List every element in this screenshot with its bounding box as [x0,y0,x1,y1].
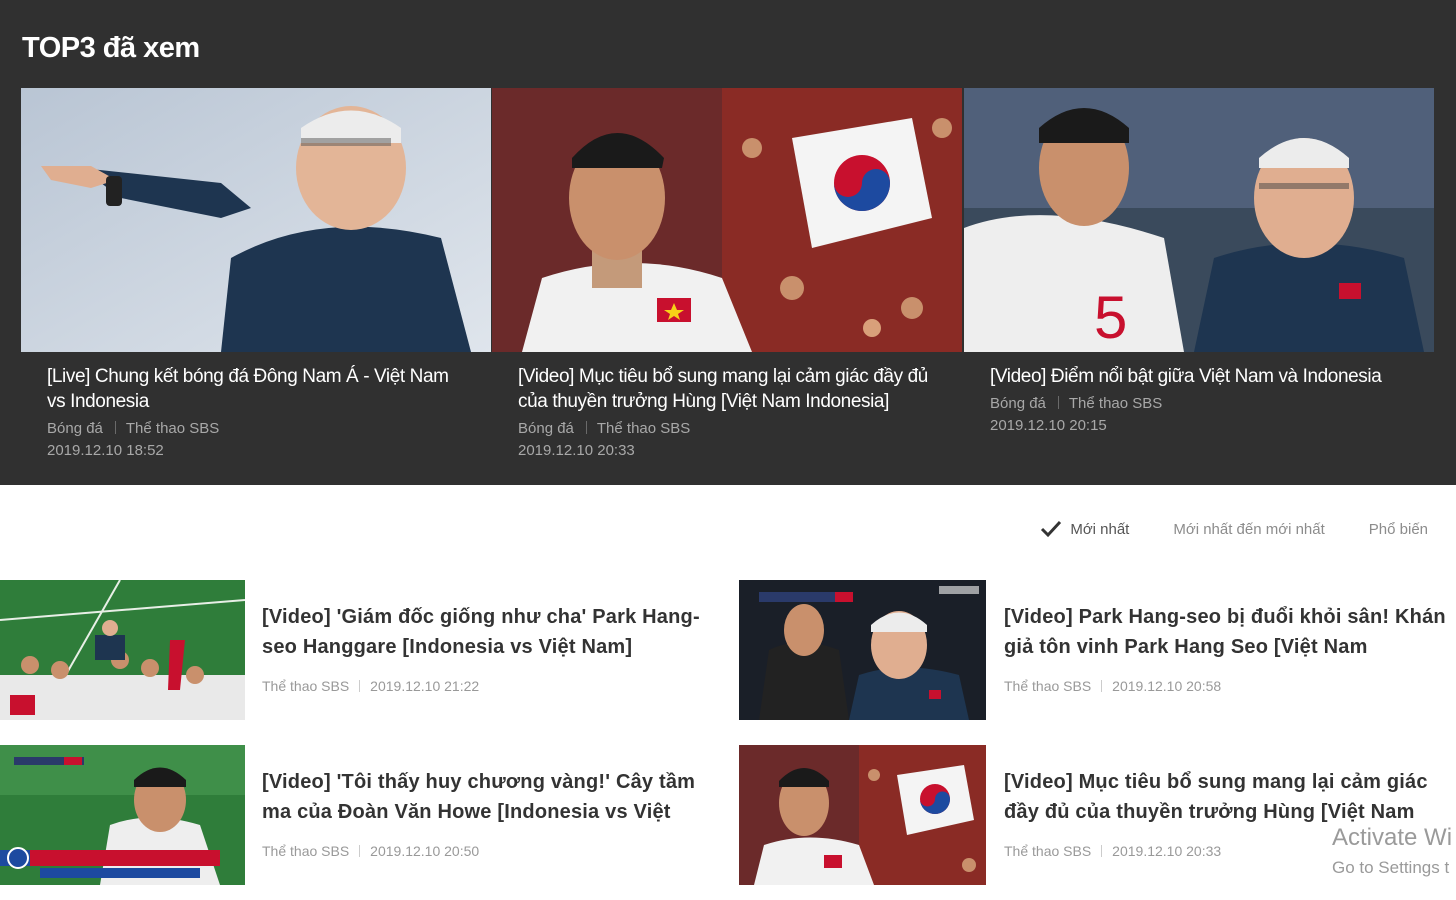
publish-date: 2019.12.10 20:58 [1112,678,1222,694]
video-title[interactable]: [Video] 'Giám đốc giống như cha' Park Ha… [262,602,728,662]
category-label: Bóng đá [47,420,103,437]
video-title[interactable]: [Video] 'Tôi thấy huy chương vàng!' Cây … [262,767,728,827]
divider [359,680,361,692]
category-label: Bóng đá [518,420,574,437]
top3-card-title[interactable]: [Video] Điểm nổi bật giữa Việt Nam và In… [990,364,1408,389]
top3-card-meta: Bóng đá Thể thao SBS [47,418,465,440]
top3-card-meta: Bóng đá Thể thao SBS [990,393,1408,415]
category-label: Bóng đá [990,395,1046,412]
divider [359,845,361,857]
top3-thumbnail-1[interactable] [21,88,491,352]
channel-label: Thể thao SBS [596,420,691,437]
publish-date: 2019.12.10 20:33 [518,442,635,459]
sort-options: Mới nhất Mới nhất đến mới nhất Phổ biến [1040,520,1428,538]
sort-option-popular[interactable]: Phổ biến [1369,521,1428,538]
top3-card-title[interactable]: [Video] Mục tiêu bổ sung mang lại cảm gi… [518,364,936,414]
top3-card-title[interactable]: [Live] Chung kết bóng đá Đông Nam Á - Vi… [47,364,465,414]
watermark-line-2: Go to Settings t [1332,858,1450,877]
divider [585,421,587,434]
watermark-line-1: Activate Wi [1332,824,1453,851]
checkmark-icon [1041,520,1062,538]
divider [1101,845,1103,857]
divider [114,421,116,434]
video-thumbnail[interactable] [739,745,986,885]
publish-date: 2019.12.10 18:52 [47,442,164,459]
publish-date: 2019.12.10 20:33 [1112,843,1222,859]
video-thumbnail[interactable] [739,580,986,720]
publish-date: 2019.12.10 20:50 [370,843,480,859]
channel-label: Thể thao SBS [125,420,220,437]
video-title[interactable]: [Video] Park Hang-seo bị đuổi khỏi sân! … [1004,602,1456,662]
channel-label: Thể thao SBS [1004,843,1092,859]
top3-card-3[interactable]: 5 [Video] Điểm nổi bật giữa Việt Nam và … [964,88,1434,437]
sort-option-label: Mới nhất [1070,520,1130,538]
video-list-item[interactable]: [Video] 'Tôi thấy huy chương vàng!' Cây … [0,745,728,885]
channel-label: Thể thao SBS [262,843,350,859]
top3-heading: TOP3 đã xem [22,32,200,64]
publish-date: 2019.12.10 21:22 [370,678,480,694]
player-and-coach-image: 5 [964,88,1434,352]
video-info: [Video] 'Tôi thấy huy chương vàng!' Cây … [262,767,728,859]
video-meta: Thể thao SBS 2019.12.10 21:22 [262,678,728,694]
top3-card-1[interactable]: [Live] Chung kết bóng đá Đông Nam Á - Vi… [21,88,491,462]
top3-thumbnail-2[interactable] [492,88,962,352]
svg-text:5: 5 [1094,284,1127,351]
player-with-flag-image [492,88,962,352]
sort-option-label: Mới nhất đến mới nhất [1173,520,1325,538]
team-celebration-image [0,580,245,720]
channel-label: Thể thao SBS [1068,395,1163,412]
video-thumbnail[interactable] [0,580,245,720]
video-title[interactable]: [Video] Mục tiêu bổ sung mang lại cảm gi… [1004,767,1456,827]
video-info: [Video] 'Giám đốc giống như cha' Park Ha… [262,602,728,694]
activation-watermark: Activate Wi Go to Settings t [1332,824,1452,878]
sort-option-newest[interactable]: Mới nhất [1040,520,1129,538]
publish-date: 2019.12.10 20:15 [990,417,1107,434]
divider [1101,680,1103,692]
divider [1057,396,1059,409]
video-meta: Thể thao SBS 2019.12.10 20:58 [1004,678,1456,694]
video-list-item[interactable]: [Video] 'Giám đốc giống như cha' Park Ha… [0,580,728,720]
sort-option-newest-to-latest[interactable]: Mới nhất đến mới nhất [1173,521,1324,538]
top3-thumbnail-3[interactable]: 5 [964,88,1434,352]
video-meta: Thể thao SBS 2019.12.10 20:50 [262,843,728,859]
top3-section: TOP3 đã xem [Live] Chung kết bóng đá Đôn… [0,0,1456,485]
video-info: [Video] Park Hang-seo bị đuổi khỏi sân! … [1004,602,1456,694]
channel-label: Thể thao SBS [1004,678,1092,694]
video-list-item[interactable]: [Video] Park Hang-seo bị đuổi khỏi sân! … [739,580,1456,720]
coach-pointing-image [21,88,491,352]
video-thumbnail[interactable] [0,745,245,885]
player-gold-medal-image [0,745,245,885]
sort-option-label: Phổ biến [1368,520,1428,538]
player-with-flag-thumbnail [739,745,986,885]
coach-sent-off-image [739,580,986,720]
channel-label: Thể thao SBS [262,678,350,694]
top3-card-2[interactable]: [Video] Mục tiêu bổ sung mang lại cảm gi… [492,88,962,462]
top3-card-meta: Bóng đá Thể thao SBS [518,418,936,440]
